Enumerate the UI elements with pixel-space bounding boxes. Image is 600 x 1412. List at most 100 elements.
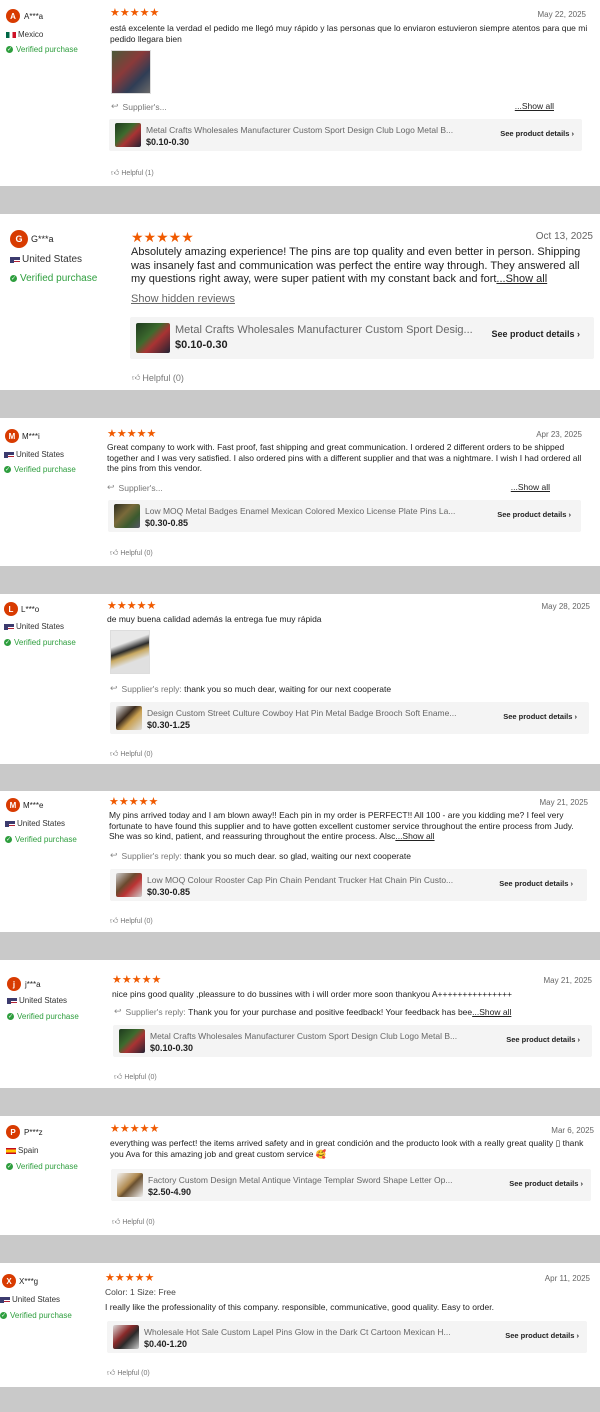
thumbs-up-icon: 👍︎	[110, 916, 119, 925]
reviewer-name: L***o	[21, 605, 40, 614]
reviewer-name: P***z	[24, 1128, 43, 1137]
reviewer-country: United States	[10, 254, 82, 265]
product-card[interactable]: Metal Crafts Wholesales Manufacturer Cus…	[113, 1025, 592, 1057]
thumbs-up-icon: 👍︎	[110, 749, 119, 758]
review-card: M M***i United States ✓ Verified purchase…	[0, 418, 600, 566]
review-photo[interactable]	[110, 630, 150, 674]
see-product-details-link[interactable]: See product details ›	[500, 129, 574, 138]
review-text: everything was perfect! the items arrive…	[110, 1138, 584, 1159]
helpful-button[interactable]: 👍︎ Helpful (0)	[132, 373, 184, 383]
avatar: L	[4, 602, 18, 616]
helpful-button[interactable]: 👍︎ Helpful (1)	[111, 168, 154, 178]
show-all-link[interactable]: ...Show all	[472, 1007, 511, 1017]
product-title: Wholesale Hot Sale Custom Lapel Pins Glo…	[144, 1327, 451, 1337]
reviewer-name: j***a	[25, 980, 41, 989]
star-rating: ★★★★★	[105, 1272, 155, 1284]
flag-united-states-icon	[10, 256, 20, 263]
avatar: G	[10, 230, 28, 248]
review-photo[interactable]	[111, 50, 151, 94]
star-rating: ★★★★★	[109, 796, 159, 808]
show-all-link[interactable]: ...Show all	[515, 101, 554, 111]
review-card: j j***a United States ✓ Verified purchase…	[0, 960, 600, 1088]
supplier-reply: ↩ Supplier's reply: thank you so much dea…	[110, 850, 411, 861]
flag-united-states-icon	[5, 820, 15, 827]
verified-purchase-badge: ✓ Verified purchase	[5, 835, 77, 844]
supplier-reply: ↩ Supplier's...	[111, 101, 167, 112]
product-card[interactable]: Metal Crafts Wholesales Manufacturer Cus…	[130, 317, 594, 359]
reviewer-country: United States	[0, 1295, 60, 1304]
avatar: X	[2, 1274, 16, 1288]
review-date: Apr 23, 2025	[536, 430, 582, 439]
verified-purchase-badge: ✓ Verified purchase	[7, 1012, 79, 1021]
avatar: P	[6, 1125, 20, 1139]
reply-icon: ↩	[114, 1006, 122, 1016]
star-rating: ★★★★★	[112, 974, 162, 986]
product-price: $2.50-4.90	[148, 1187, 192, 1197]
helpful-button[interactable]: 👍︎ Helpful (0)	[112, 1217, 155, 1227]
star-rating: ★★★★★	[110, 7, 160, 19]
product-price: $0.30-0.85	[147, 887, 191, 897]
review-date: Mar 6, 2025	[551, 1126, 594, 1135]
reviewer-country: Mexico	[6, 30, 43, 39]
product-card[interactable]: Wholesale Hot Sale Custom Lapel Pins Glo…	[107, 1321, 587, 1353]
product-card[interactable]: Low MOQ Colour Rooster Cap Pin Chain Pen…	[110, 869, 587, 901]
product-title: Design Custom Street Culture Cowboy Hat …	[147, 708, 457, 718]
show-all-link[interactable]: ...Show all	[496, 273, 547, 285]
product-thumbnail	[116, 706, 142, 730]
reviewer-country: United States	[4, 450, 64, 459]
reply-icon: ↩	[107, 482, 115, 492]
reviewer-country: United States	[4, 622, 64, 631]
review-date: Apr 11, 2025	[544, 1274, 590, 1283]
flag-united-states-icon	[0, 1296, 10, 1303]
see-product-details-link[interactable]: See product details ›	[499, 879, 573, 888]
see-product-details-link[interactable]: See product details ›	[506, 1035, 580, 1044]
helpful-button[interactable]: 👍︎ Helpful (0)	[114, 1072, 157, 1082]
product-thumbnail	[119, 1029, 145, 1053]
see-product-details-link[interactable]: See product details ›	[497, 510, 571, 519]
helpful-button[interactable]: 👍︎ Helpful (0)	[110, 749, 153, 759]
flag-united-states-icon	[7, 997, 17, 1004]
reviewer-country: Spain	[6, 1146, 38, 1155]
product-title: Metal Crafts Wholesales Manufacturer Cus…	[146, 125, 454, 135]
product-thumbnail	[114, 504, 140, 528]
review-date: May 28, 2025	[541, 602, 590, 611]
avatar: M	[6, 798, 20, 812]
helpful-button[interactable]: 👍︎ Helpful (0)	[107, 1368, 150, 1378]
supplier-reply: ↩ Supplier's reply: thank you so much dea…	[110, 683, 392, 694]
show-hidden-reviews-link[interactable]: Show hidden reviews	[131, 293, 235, 305]
thumbs-up-icon: 👍︎	[112, 1217, 121, 1226]
product-card[interactable]: Factory Custom Design Metal Antique Vint…	[111, 1169, 591, 1201]
show-all-link[interactable]: ...Show all	[511, 482, 550, 492]
see-product-details-link[interactable]: See product details ›	[503, 712, 577, 721]
helpful-button[interactable]: 👍︎ Helpful (0)	[110, 548, 153, 558]
product-card[interactable]: Design Custom Street Culture Cowboy Hat …	[110, 702, 589, 734]
reviewer-name: M***i	[22, 432, 40, 441]
review-text: de muy buena calidad además la entrega f…	[107, 614, 322, 624]
check-icon: ✓	[10, 275, 17, 282]
product-card[interactable]: Low MOQ Metal Badges Enamel Mexican Colo…	[108, 500, 581, 532]
reviewer-name: X***g	[19, 1277, 39, 1286]
verified-purchase-badge: ✓ Verified purchase	[4, 638, 76, 647]
review-date: Oct 13, 2025	[535, 231, 593, 242]
check-icon: ✓	[7, 1013, 14, 1020]
product-title: Metal Crafts Wholesales Manufacturer Cus…	[150, 1031, 458, 1041]
product-card[interactable]: Metal Crafts Wholesales Manufacturer Cus…	[109, 119, 582, 151]
see-product-details-link[interactable]: See product details ›	[509, 1179, 583, 1188]
star-rating: ★★★★★	[107, 600, 157, 612]
verified-purchase-badge: ✓ Verified purchase	[10, 273, 98, 284]
star-rating: ★★★★★	[131, 229, 194, 245]
helpful-button[interactable]: 👍︎ Helpful (0)	[110, 916, 153, 926]
flag-mexico-icon	[6, 31, 16, 38]
see-product-details-link[interactable]: See product details ›	[505, 1331, 579, 1340]
review-date: May 22, 2025	[537, 10, 586, 19]
verified-purchase-badge: ✓ Verified purchase	[6, 1162, 78, 1171]
avatar: j	[7, 977, 21, 991]
supplier-reply: ↩ Supplier's reply: Thank you for your pu…	[114, 1006, 512, 1017]
show-all-link[interactable]: ...Show all	[395, 831, 434, 841]
product-thumbnail	[116, 873, 142, 897]
see-product-details-link[interactable]: See product details ›	[491, 329, 580, 339]
reviewer-name: M***e	[23, 801, 44, 810]
check-icon: ✓	[0, 1312, 7, 1319]
thumbs-up-icon: 👍︎	[110, 548, 119, 557]
review-text: está excelente la verdad el pedido me ll…	[110, 23, 588, 44]
